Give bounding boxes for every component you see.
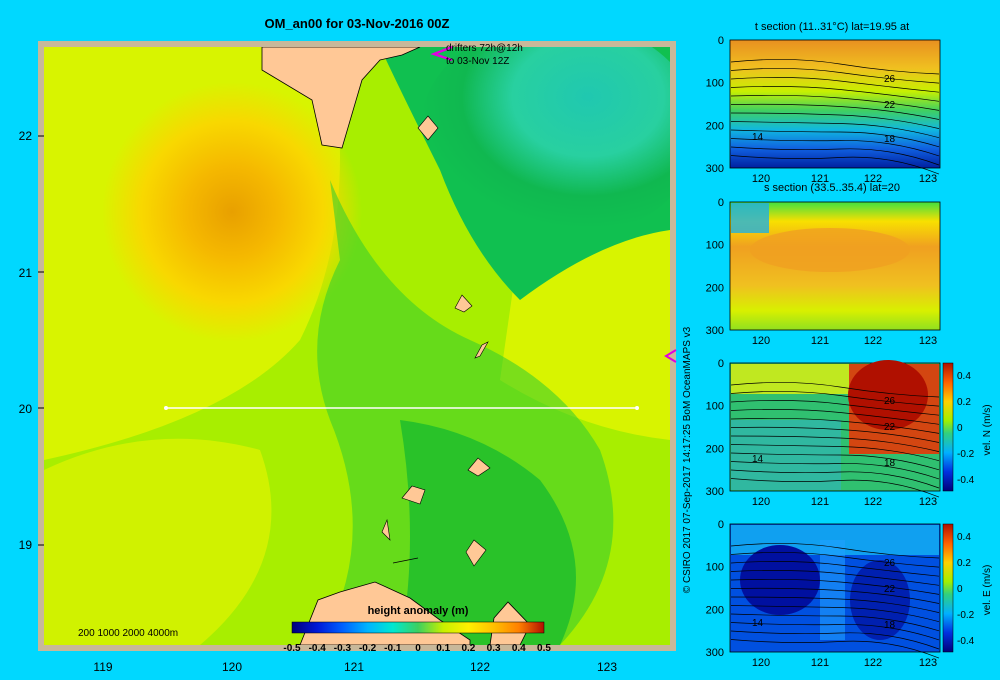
colorbar-tick: 0.2 <box>957 397 971 408</box>
colorbar-tick: 0.4 <box>957 532 971 543</box>
colorbar-tick: 0 <box>957 584 963 595</box>
lon-tick-label: 122 <box>864 657 882 669</box>
contour-label: 26 <box>884 396 896 407</box>
colorbar-label: vel. E (m/s) <box>982 565 993 616</box>
depth-tick-label: 100 <box>706 562 724 574</box>
colorbar-tick: 0.4 <box>512 643 526 654</box>
depth-tick-label: 100 <box>706 78 724 90</box>
depth-tick-label: 300 <box>706 325 724 337</box>
drifter-note: to 03-Nov 12Z <box>446 56 509 67</box>
colorbar-tick: -0.4 <box>309 643 327 654</box>
lon-tick-label: 119 <box>93 660 112 674</box>
contour-label: 14 <box>752 454 764 465</box>
credit-text: © CSIRO 2017 07-Sep-2017 14:17:25 BoM Oc… <box>682 326 693 593</box>
lat-tick-label: 20 <box>19 402 33 416</box>
depth-tick-label: 0 <box>718 519 724 531</box>
lon-tick-label: 121 <box>811 173 829 185</box>
lon-tick-label: 121 <box>811 657 829 669</box>
drifter-note: drifters 72h@12h <box>446 43 523 54</box>
colorbar-tick: 0.2 <box>957 558 971 569</box>
depth-tick-label: 200 <box>706 282 724 294</box>
lat-tick-label: 19 <box>19 538 33 552</box>
colorbar-tick: 0.1 <box>436 643 450 654</box>
lon-tick-label: 121 <box>344 660 364 674</box>
contour-label: 18 <box>884 134 896 145</box>
lon-tick-label: 122 <box>864 496 882 508</box>
colorbar-tick: -0.1 <box>384 643 402 654</box>
depth-tick-label: 200 <box>706 443 724 455</box>
vel-e-colorbar <box>942 523 954 653</box>
lon-tick-label: 121 <box>811 496 829 508</box>
lon-tick-label: 121 <box>811 335 829 347</box>
colorbar-tick: -0.4 <box>957 636 975 647</box>
colorbar-tick: 0 <box>415 643 421 654</box>
lon-tick-label: 123 <box>919 496 937 508</box>
lat-tick-label: 21 <box>19 266 33 280</box>
map-frame <box>38 41 676 651</box>
contour-label: 14 <box>752 132 764 143</box>
lon-tick-label: 122 <box>864 173 882 185</box>
depth-tick-label: 100 <box>706 240 724 252</box>
map-title: OM_an00 for 03-Nov-2016 00Z <box>265 16 450 31</box>
contour-label: 22 <box>884 422 896 433</box>
lon-tick-label: 120 <box>752 657 770 669</box>
lon-tick-label: 123 <box>597 660 617 674</box>
panel-salinity: s section (33.5..35.4) lat=20 <box>729 182 941 331</box>
colorbar-tick: -0.3 <box>334 643 352 654</box>
depth-tick-label: 0 <box>718 358 724 370</box>
depth-tick-label: 300 <box>706 163 724 175</box>
depth-tick-label: 100 <box>706 401 724 413</box>
contour-label: 18 <box>884 620 896 631</box>
depth-tick-label: 300 <box>706 647 724 659</box>
colorbar-title: height anomaly (m) <box>368 605 469 617</box>
lon-tick-label: 122 <box>864 335 882 347</box>
height-colorbar <box>291 621 545 634</box>
colorbar-tick: 0.4 <box>957 371 971 382</box>
panel-title: t section (11..31°C) lat=19.95 at <box>755 21 909 33</box>
depth-tick-label: 0 <box>718 197 724 209</box>
lon-tick-label: 122 <box>470 660 490 674</box>
colorbar-tick: -0.4 <box>957 475 975 486</box>
contour-label: 22 <box>884 100 896 111</box>
colorbar-tick: 0.5 <box>537 643 551 654</box>
panel-vel-east: 26 22 18 14 <box>729 523 941 659</box>
colorbar-tick: 0.3 <box>487 643 501 654</box>
lon-tick-label: 120 <box>752 173 770 185</box>
colorbar-tick: -0.2 <box>359 643 377 654</box>
contour-label: 14 <box>752 618 764 629</box>
depth-tick-label: 200 <box>706 604 724 616</box>
contour-label: 22 <box>884 584 896 595</box>
colorbar-tick: 0 <box>957 423 963 434</box>
colorbar-tick: -0.5 <box>283 643 301 654</box>
lat-axis: 22 21 20 19 <box>19 129 33 552</box>
contour-label: 18 <box>884 458 896 469</box>
colorbar-tick: 0.2 <box>461 643 475 654</box>
colorbar-label: vel. N (m/s) <box>982 404 993 455</box>
lat-tick-label: 22 <box>19 129 33 143</box>
lon-tick-label: 120 <box>752 496 770 508</box>
depth-tick-label: 0 <box>718 35 724 47</box>
lon-tick-label: 123 <box>919 335 937 347</box>
depth-tick-label: 200 <box>706 120 724 132</box>
lon-axis: 119 120 121 122 123 <box>93 660 617 674</box>
contour-label: 26 <box>884 558 896 569</box>
colorbar-ticks: -0.5 -0.4 -0.3 -0.2 -0.1 0 0.1 0.2 0.3 0.4 0.5 <box>283 643 551 654</box>
lon-tick-label: 120 <box>752 335 770 347</box>
contour-label: 26 <box>884 74 896 85</box>
panel-vel-north: 26 22 18 14 <box>729 360 941 498</box>
depth-tick-label: 300 <box>706 486 724 498</box>
colorbar-tick: -0.2 <box>957 449 975 460</box>
lon-tick-label: 120 <box>222 660 242 674</box>
vel-n-colorbar <box>942 362 954 492</box>
panel-temperature: t section (11..31°C) lat=19.95 at 26 22 … <box>729 21 941 175</box>
depth-legend: 200 1000 2000 4000m <box>78 628 178 639</box>
lon-tick-label: 123 <box>919 657 937 669</box>
colorbar-tick: -0.2 <box>957 610 975 621</box>
lon-tick-label: 123 <box>919 173 937 185</box>
